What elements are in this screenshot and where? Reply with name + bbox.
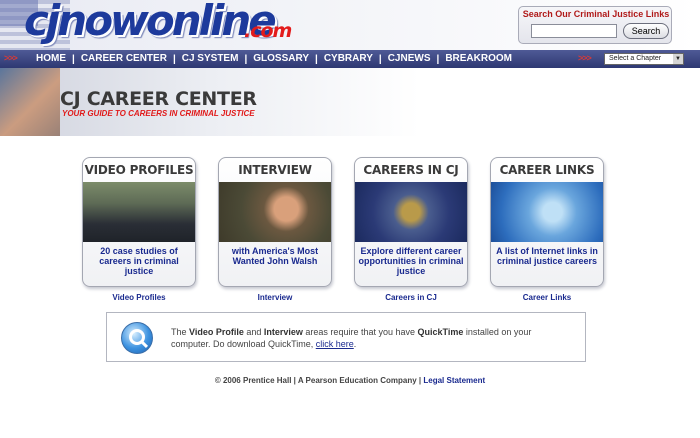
chapter-select-value: Select a Chapter xyxy=(609,55,662,62)
card-description[interactable]: with America's Most Wanted John Walsh xyxy=(221,246,329,266)
video-profiles-link[interactable]: Video Profiles xyxy=(82,293,196,302)
card-description[interactable]: 20 case studies of careers in criminal j… xyxy=(85,246,193,276)
download-quicktime-link[interactable]: click here xyxy=(316,339,354,349)
card-panel[interactable]: INTERVIEW with America's Most Wanted Joh… xyxy=(218,157,332,287)
notice-text: The Video Profile and Interview areas re… xyxy=(171,326,571,350)
career-links-image[interactable] xyxy=(491,182,603,242)
card-careers-in-cj: CAREERS IN CJ Explore different career o… xyxy=(354,157,468,302)
site-logo-suffix: .com xyxy=(244,20,292,42)
nav-item-home[interactable]: HOME xyxy=(30,50,72,68)
main-nav: >>> HOME | CAREER CENTER | CJ SYSTEM | G… xyxy=(0,50,700,68)
careers-in-cj-image[interactable] xyxy=(355,182,467,242)
nav-item-glossary[interactable]: GLOSSARY xyxy=(247,50,315,68)
card-description[interactable]: A list of Internet links in criminal jus… xyxy=(493,246,601,266)
career-links-link[interactable]: Career Links xyxy=(490,293,604,302)
card-description[interactable]: Explore different career opportunities i… xyxy=(357,246,465,276)
search-panel: Search Our Criminal Justice Links Search xyxy=(518,6,672,44)
nav-arrows-left: >>> xyxy=(4,53,18,63)
search-input[interactable] xyxy=(531,24,617,38)
site-footer: © 2006 Prentice Hall | A Pearson Educati… xyxy=(0,376,700,385)
card-panel[interactable]: CAREERS IN CJ Explore different career o… xyxy=(354,157,468,287)
nav-item-cjnews[interactable]: CJNEWS xyxy=(382,50,437,68)
quicktime-notice: The Video Profile and Interview areas re… xyxy=(106,312,586,362)
nav-items: HOME | CAREER CENTER | CJ SYSTEM | GLOSS… xyxy=(30,50,518,68)
chevron-down-icon: ▼ xyxy=(673,54,683,64)
nav-item-breakroom[interactable]: BREAKROOM xyxy=(439,50,518,68)
card-video-profiles: VIDEO PROFILES 20 case studies of career… xyxy=(82,157,196,302)
site-header: cjnowonline .com Search Our Criminal Jus… xyxy=(0,0,700,50)
card-title: CAREER LINKS xyxy=(499,163,595,177)
notice-text-part: The xyxy=(171,327,190,337)
quicktime-q-tail xyxy=(140,340,149,349)
nav-arrows-right: >>> xyxy=(578,53,592,63)
card-title: CAREERS IN CJ xyxy=(363,163,459,177)
copyright-text: © 2006 Prentice Hall | A Pearson Educati… xyxy=(214,376,424,385)
page-banner: CJ CAREER CENTER YOUR GUIDE TO CAREERS I… xyxy=(0,68,700,136)
site-logo[interactable]: cjnowonline xyxy=(24,0,277,46)
notice-text-bold: Interview xyxy=(263,327,303,337)
quicktime-icon xyxy=(121,322,153,354)
notice-text-part: and xyxy=(243,327,264,337)
notice-text-part: . xyxy=(353,339,357,349)
video-profiles-image[interactable] xyxy=(83,182,195,242)
banner-collage-image xyxy=(0,68,60,136)
card-career-links: CAREER LINKS A list of Internet links in… xyxy=(490,157,604,302)
card-panel[interactable]: CAREER LINKS A list of Internet links in… xyxy=(490,157,604,287)
nav-item-cybrary[interactable]: CYBRARY xyxy=(318,50,379,68)
nav-item-career-center[interactable]: CAREER CENTER xyxy=(75,50,173,68)
interview-image[interactable] xyxy=(219,182,331,242)
chapter-select[interactable]: Select a Chapter ▼ xyxy=(604,53,684,65)
card-interview: INTERVIEW with America's Most Wanted Joh… xyxy=(218,157,332,302)
notice-text-bold: Video Profile xyxy=(189,327,244,337)
notice-text-part: areas require that you have xyxy=(302,327,418,337)
nav-item-cj-system[interactable]: CJ SYSTEM xyxy=(176,50,245,68)
page-title: CJ CAREER CENTER xyxy=(60,88,257,110)
search-title: Search Our Criminal Justice Links xyxy=(522,9,670,19)
card-title: VIDEO PROFILES xyxy=(84,163,194,177)
search-button[interactable]: Search xyxy=(623,23,669,39)
card-title: INTERVIEW xyxy=(238,163,312,177)
notice-text-bold: QuickTime xyxy=(417,327,464,337)
card-panel[interactable]: VIDEO PROFILES 20 case studies of career… xyxy=(82,157,196,287)
careers-in-cj-link[interactable]: Careers in CJ xyxy=(354,293,468,302)
legal-statement-link[interactable]: Legal Statement xyxy=(423,376,485,385)
interview-link[interactable]: Interview xyxy=(218,293,332,302)
page-subtitle: YOUR GUIDE TO CAREERS IN CRIMINAL JUSTIC… xyxy=(62,109,255,118)
